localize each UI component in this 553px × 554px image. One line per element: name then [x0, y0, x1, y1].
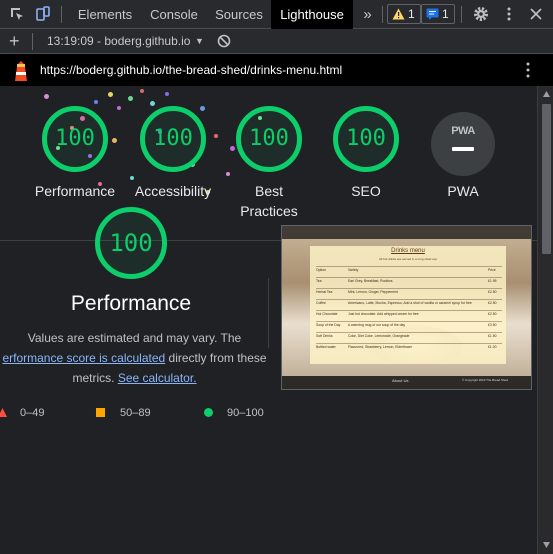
pwa-gauge-label[interactable]: PWA	[412, 181, 514, 201]
performance-description: Values are estimated and may vary. The e…	[0, 328, 277, 388]
vertical-scrollbar[interactable]	[537, 86, 553, 554]
tab-sources[interactable]: Sources	[208, 0, 270, 29]
desc-line-3: metrics.	[72, 371, 118, 385]
message-icon	[426, 8, 439, 20]
performance-title: Performance	[70, 292, 192, 315]
best-practices-gauge[interactable]: 100	[236, 106, 302, 172]
thumb-row: Soft Drinks Coke, Diet Coke, Lemonade, Or…	[316, 332, 502, 339]
thumb-footer-left: About Us	[392, 378, 409, 383]
thumb-row: Hot Chocolate Just hot chocolate. Add whi…	[316, 310, 502, 317]
report-selector[interactable]: 13:19:09 - boderg.github.io	[47, 29, 190, 54]
pwa-badge-text: PWA	[451, 125, 475, 137]
thumb-subheading: All hot drinks are served in a mug sized…	[378, 257, 438, 261]
new-report-button[interactable]: +	[9, 30, 20, 52]
best-practices-gauge-label[interactable]: Best Practices	[218, 181, 320, 221]
thumb-row: Coffee Americano, Latte, Mocha, Espresso,…	[316, 299, 502, 306]
report-url: https://boderg.github.io/the-bread-shed/…	[40, 63, 343, 77]
legend-average-range: 50–89	[120, 407, 151, 419]
seo-gauge[interactable]: 100	[333, 106, 399, 172]
thumb-menu-card: Drinks menu All hot drinks are served in…	[310, 246, 506, 364]
thumb-heading: Drinks menu	[391, 248, 425, 254]
close-devtools-icon[interactable]	[527, 5, 545, 23]
performance-gauge[interactable]: 100	[42, 106, 108, 172]
best-practices-label-line2: Practices	[240, 203, 298, 219]
best-practices-score: 100	[249, 126, 289, 151]
desc-line-1: Values are estimated and may vary. The	[27, 331, 242, 345]
tab-separator	[382, 6, 383, 23]
thumb-header-row: Option Variety Price	[316, 266, 502, 273]
warning-icon	[392, 8, 405, 20]
lighthouse-toolbar: + 13:19:09 - boderg.github.io ▼	[0, 29, 553, 54]
toolbar-separator	[32, 33, 33, 50]
tab-lighthouse[interactable]: Lighthouse	[271, 0, 353, 29]
lighthouse-logo-icon	[15, 61, 27, 81]
legend-fail-range: 0–49	[20, 407, 45, 419]
thumb-footer-right: © Copyright 2023 The Bread Shed	[462, 378, 509, 382]
thumb-row: Tea Earl Grey, Breakfast, Rooibos £1.95	[316, 277, 502, 284]
inspect-element-icon[interactable]	[8, 5, 26, 23]
performance-main-gauge: 100	[95, 207, 167, 279]
report-url-bar: https://boderg.github.io/the-bread-shed/…	[0, 54, 553, 86]
tab-console[interactable]: Console	[140, 0, 208, 29]
clear-reports-icon[interactable]	[217, 34, 231, 48]
scroll-down-arrow-icon[interactable]	[542, 541, 551, 549]
desc-line-2: directly from these	[165, 351, 267, 365]
thumb-row: Herbal Tea Mint, Lemon, Ginger, Peppermin…	[316, 288, 502, 295]
accessibility-gauge[interactable]: 100	[140, 106, 206, 172]
accessibility-gauge-label[interactable]: Accessibility	[122, 181, 224, 201]
devtools-tabbar: Elements Console Sources Lighthouse » 1 …	[0, 0, 553, 29]
warnings-count: 1	[408, 7, 415, 21]
performance-gauge-label[interactable]: Performance	[24, 181, 126, 201]
seo-gauge-label[interactable]: SEO	[315, 181, 417, 201]
thumb-footer: About Us © Copyright 2023 The Bread Shed	[282, 376, 531, 389]
pwa-dash-icon	[452, 147, 474, 151]
tab-separator	[461, 6, 462, 23]
messages-count: 1	[442, 7, 449, 21]
thumb-navbar	[282, 226, 531, 239]
pwa-gauge[interactable]: PWA	[431, 112, 495, 176]
final-screenshot-thumbnail[interactable]: Drinks menu All hot drinks are served in…	[281, 225, 532, 390]
accessibility-score: 100	[153, 126, 193, 151]
seo-score: 100	[346, 126, 386, 151]
pass-circle-icon	[204, 408, 213, 417]
performance-main-score: 100	[109, 229, 153, 257]
settings-gear-icon[interactable]	[472, 5, 490, 23]
report-dropdown-caret[interactable]: ▼	[195, 29, 204, 54]
scrollbar-thumb[interactable]	[542, 104, 551, 254]
average-square-icon	[96, 408, 105, 417]
tab-separator	[61, 6, 62, 23]
score-calculation-link[interactable]: erformance score is calculated	[2, 351, 165, 365]
tab-elements[interactable]: Elements	[70, 0, 140, 29]
legend-pass-range: 90–100	[227, 407, 264, 419]
fail-triangle-icon	[0, 408, 7, 417]
messages-badge[interactable]: 1	[421, 4, 455, 24]
see-calculator-link[interactable]: See calculator.	[118, 371, 197, 385]
report-menu-icon[interactable]	[523, 60, 533, 80]
device-toolbar-icon[interactable]	[34, 5, 52, 23]
thumb-row: Soup of the Day A warming mug of our soup…	[316, 321, 502, 328]
scroll-up-arrow-icon[interactable]	[542, 90, 551, 98]
best-practices-label-line1: Best	[254, 183, 283, 199]
warnings-badge[interactable]: 1	[387, 4, 421, 24]
thumb-row: Bottled water Flavoured, Strawberry, Lemo…	[316, 343, 502, 350]
more-tabs-button[interactable]: »	[355, 0, 380, 29]
more-options-icon[interactable]	[500, 5, 518, 23]
performance-score: 100	[55, 126, 95, 151]
lighthouse-report: 100 Performance 100 Accessibility 100 Be…	[0, 86, 537, 554]
